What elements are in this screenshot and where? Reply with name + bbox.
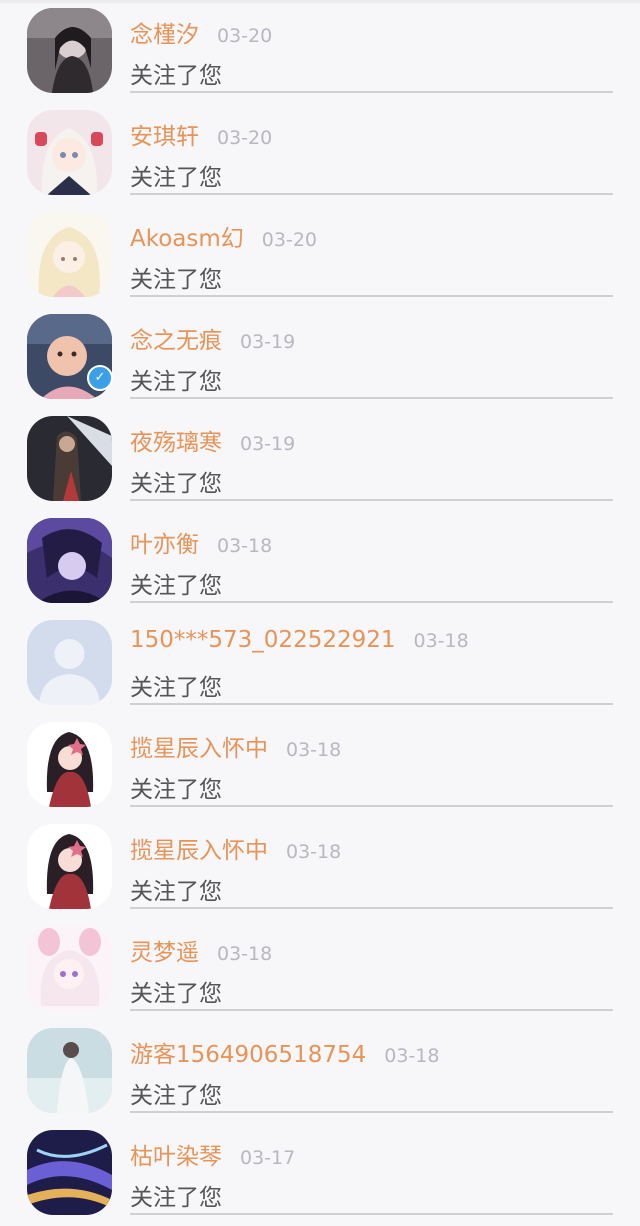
avatar[interactable] xyxy=(27,620,112,705)
notification-action: 关注了您 xyxy=(130,471,222,497)
notification-date: 03-18 xyxy=(413,630,469,652)
notification-action: 关注了您 xyxy=(130,267,222,293)
notification-date: 03-18 xyxy=(384,1045,440,1067)
notification-date: 03-18 xyxy=(286,841,342,863)
list-item[interactable]: ✓ 念之无痕 03-19 关注了您 xyxy=(0,306,640,408)
list-item[interactable]: 游客1564906518754 03-18 关注了您 xyxy=(0,1020,640,1122)
row-divider xyxy=(130,499,613,501)
row-divider xyxy=(130,397,613,399)
row-divider xyxy=(130,193,613,195)
user-name[interactable]: 念之无痕 xyxy=(130,328,222,354)
user-name[interactable]: 枯叶染琴 xyxy=(130,1144,222,1170)
notification-action: 关注了您 xyxy=(130,1083,222,1109)
verified-badge-icon: ✓ xyxy=(87,365,113,391)
user-name[interactable]: 揽星辰入怀中 xyxy=(130,838,268,864)
row-divider xyxy=(130,1009,613,1011)
notification-action: 关注了您 xyxy=(130,165,222,191)
avatar[interactable] xyxy=(27,1130,112,1215)
list-item[interactable]: 念槿汐 03-20 关注了您 xyxy=(0,0,640,102)
notification-action: 关注了您 xyxy=(130,369,222,395)
user-name[interactable]: 夜殇璃寒 xyxy=(130,430,222,456)
list-item[interactable]: 150***573_022522921 03-18 关注了您 xyxy=(0,612,640,714)
user-name[interactable]: Akoasm幻 xyxy=(130,226,244,252)
avatar[interactable] xyxy=(27,824,112,909)
row-divider xyxy=(130,91,613,93)
row-divider xyxy=(130,907,613,909)
row-divider xyxy=(130,295,613,297)
notification-action: 关注了您 xyxy=(130,1185,222,1211)
notification-action: 关注了您 xyxy=(130,879,222,905)
user-name[interactable]: 叶亦衡 xyxy=(130,532,199,558)
notification-date: 03-20 xyxy=(261,229,318,251)
notification-action: 关注了您 xyxy=(130,777,222,803)
avatar[interactable] xyxy=(27,110,112,195)
row-divider xyxy=(130,703,613,705)
avatar[interactable] xyxy=(27,212,112,297)
list-item[interactable]: 夜殇璃寒 03-19 关注了您 xyxy=(0,408,640,510)
user-name[interactable]: 游客1564906518754 xyxy=(130,1042,366,1068)
notification-date: 03-19 xyxy=(240,433,296,455)
notification-action: 关注了您 xyxy=(130,63,222,89)
notification-date: 03-20 xyxy=(217,25,273,47)
user-name[interactable]: 安琪轩 xyxy=(130,124,199,150)
notification-action: 关注了您 xyxy=(130,675,222,701)
notification-date: 03-18 xyxy=(217,943,273,965)
row-divider xyxy=(130,601,613,603)
avatar[interactable] xyxy=(27,518,112,603)
list-item[interactable]: 揽星辰入怀中 03-18 关注了您 xyxy=(0,816,640,918)
avatar[interactable] xyxy=(27,722,112,807)
notification-date: 03-18 xyxy=(286,739,342,761)
row-divider xyxy=(130,1213,613,1215)
notification-action: 关注了您 xyxy=(130,981,222,1007)
list-item[interactable]: Akoasm幻 03-20 关注了您 xyxy=(0,204,640,306)
row-divider xyxy=(130,1111,613,1113)
list-item[interactable]: 安琪轩 03-20 关注了您 xyxy=(0,102,640,204)
notification-date: 03-20 xyxy=(217,127,273,149)
list-item[interactable]: 枯叶染琴 03-17 关注了您 xyxy=(0,1122,640,1224)
user-name[interactable]: 灵梦遥 xyxy=(130,940,199,966)
notification-action: 关注了您 xyxy=(130,573,222,599)
list-item[interactable]: 灵梦遥 03-18 关注了您 xyxy=(0,918,640,1020)
avatar[interactable] xyxy=(27,8,112,93)
user-name[interactable]: 150***573_022522921 xyxy=(130,627,396,653)
list-item[interactable]: 揽星辰入怀中 03-18 关注了您 xyxy=(0,714,640,816)
user-name[interactable]: 揽星辰入怀中 xyxy=(130,736,268,762)
list-item[interactable]: 叶亦衡 03-18 关注了您 xyxy=(0,510,640,612)
avatar[interactable] xyxy=(27,1028,112,1113)
notification-date: 03-18 xyxy=(217,535,273,557)
notification-date: 03-17 xyxy=(240,1147,296,1169)
avatar[interactable] xyxy=(27,416,112,501)
row-divider xyxy=(130,805,613,807)
user-name[interactable]: 念槿汐 xyxy=(130,22,199,48)
avatar[interactable] xyxy=(27,926,112,1011)
notification-date: 03-19 xyxy=(240,331,296,353)
